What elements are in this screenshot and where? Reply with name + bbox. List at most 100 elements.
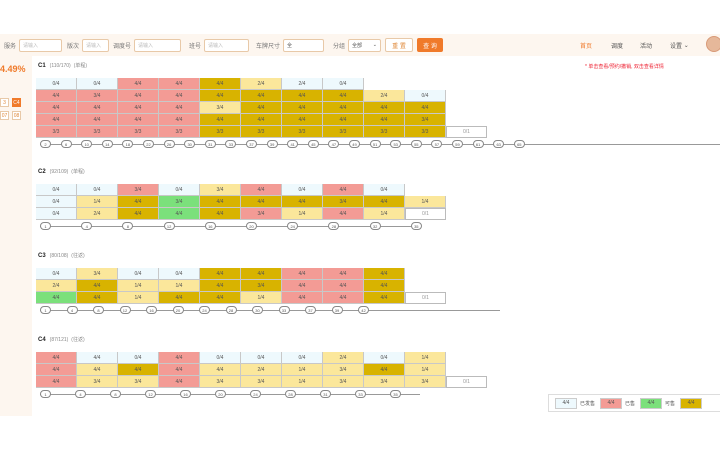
seat-cell[interactable]: 1/4 <box>159 280 200 292</box>
seat-cell[interactable]: 2/4 <box>77 208 118 220</box>
seat-cell[interactable]: 4/4 <box>282 292 323 304</box>
seat-cell[interactable]: 4/4 <box>36 376 77 388</box>
seat-cell[interactable]: 4/4 <box>282 280 323 292</box>
seat-cell[interactable]: 4/4 <box>364 292 405 304</box>
seat-cell[interactable]: 0/4 <box>159 184 200 196</box>
seat-cell[interactable]: 0/1 <box>405 208 446 220</box>
seat-cell[interactable]: 4/4 <box>241 90 282 102</box>
seat-cell[interactable]: 1/4 <box>282 376 323 388</box>
seat-cell[interactable]: 3/4 <box>77 376 118 388</box>
avatar[interactable] <box>706 36 720 52</box>
seat-cell[interactable]: 4/4 <box>364 196 405 208</box>
seat-cell[interactable]: 4/4 <box>282 196 323 208</box>
seat-cell[interactable]: 4/4 <box>159 114 200 126</box>
seat-cell[interactable]: 0/4 <box>200 352 241 364</box>
seat-cell[interactable]: 4/4 <box>159 364 200 376</box>
seat-cell[interactable]: 0/4 <box>77 184 118 196</box>
seat-cell[interactable]: 4/4 <box>118 114 159 126</box>
seat-cell[interactable]: 4/4 <box>118 78 159 90</box>
seat-cell[interactable]: 4/4 <box>200 292 241 304</box>
seat-cell[interactable]: 4/4 <box>282 268 323 280</box>
seat-cell[interactable]: 4/4 <box>200 268 241 280</box>
seat-cell[interactable]: 4/4 <box>200 280 241 292</box>
seat-cell[interactable]: 1/4 <box>364 208 405 220</box>
seat-cell[interactable]: 4/4 <box>364 114 405 126</box>
seat-cell[interactable]: 1/4 <box>405 352 446 364</box>
seat-cell[interactable]: 3/3 <box>405 126 446 138</box>
seat-cell[interactable]: 1/4 <box>405 196 446 208</box>
rail-button[interactable]: 08 <box>12 111 21 120</box>
seat-cell[interactable]: 4/4 <box>241 184 282 196</box>
seat-cell[interactable]: 2/4 <box>36 280 77 292</box>
seat-cell[interactable]: 4/4 <box>282 90 323 102</box>
seat-cell[interactable]: 0/1 <box>446 126 487 138</box>
seat-cell[interactable]: 0/4 <box>241 352 282 364</box>
seat-cell[interactable]: 4/4 <box>77 364 118 376</box>
seat-cell[interactable]: 1/4 <box>118 280 159 292</box>
seat-cell[interactable]: 4/4 <box>159 208 200 220</box>
seat-cell[interactable]: 3/3 <box>241 126 282 138</box>
seat-cell[interactable]: 3/4 <box>405 376 446 388</box>
rail-button-active[interactable]: C4 <box>12 98 21 107</box>
seat-cell[interactable]: 4/4 <box>364 280 405 292</box>
seat-cell[interactable]: 4/4 <box>77 114 118 126</box>
seat-cell[interactable]: 2/4 <box>241 78 282 90</box>
seat-cell[interactable]: 4/4 <box>36 102 77 114</box>
seat-cell[interactable]: 4/4 <box>405 102 446 114</box>
seat-cell[interactable]: 1/4 <box>241 292 282 304</box>
seat-cell[interactable]: 2/4 <box>364 90 405 102</box>
seat-cell[interactable]: 1/4 <box>282 364 323 376</box>
seat-cell[interactable]: 4/4 <box>77 102 118 114</box>
seat-cell[interactable]: 4/4 <box>36 114 77 126</box>
seat-cell[interactable]: 3/3 <box>200 126 241 138</box>
seat-cell[interactable]: 3/4 <box>77 268 118 280</box>
seat-cell[interactable]: 4/4 <box>241 102 282 114</box>
seat-cell[interactable]: 4/4 <box>118 208 159 220</box>
seat-cell[interactable]: 0/1 <box>446 376 487 388</box>
seat-cell[interactable]: 1/4 <box>282 208 323 220</box>
seat-cell[interactable]: 3/4 <box>323 196 364 208</box>
seat-cell[interactable]: 3/4 <box>118 184 159 196</box>
seat-cell[interactable]: 4/4 <box>323 114 364 126</box>
seat-cell[interactable]: 0/4 <box>118 268 159 280</box>
seat-cell[interactable]: 3/4 <box>200 184 241 196</box>
seat-cell[interactable]: 4/4 <box>118 90 159 102</box>
query-button[interactable]: 查 询 <box>417 38 443 52</box>
seat-cell[interactable]: 3/4 <box>118 376 159 388</box>
seat-cell[interactable]: 0/4 <box>77 78 118 90</box>
seat-cell[interactable]: 4/4 <box>159 352 200 364</box>
seat-cell[interactable]: 4/4 <box>159 102 200 114</box>
seat-cell[interactable]: 0/4 <box>323 78 364 90</box>
seat-cell[interactable]: 4/4 <box>323 268 364 280</box>
seat-cell[interactable]: 0/4 <box>36 268 77 280</box>
seat-cell[interactable]: 4/4 <box>159 376 200 388</box>
nav-settings[interactable]: 设置 ⌄ <box>670 38 689 52</box>
seat-cell[interactable]: 1/4 <box>118 292 159 304</box>
seat-cell[interactable]: 4/4 <box>118 102 159 114</box>
seat-cell[interactable]: 4/4 <box>200 196 241 208</box>
nav-activity[interactable]: 活动 <box>640 38 652 52</box>
nav-home[interactable]: 首页 <box>580 38 592 52</box>
seat-cell[interactable]: 3/4 <box>241 208 282 220</box>
dispatch-input[interactable]: 请输入 <box>134 38 181 52</box>
seat-cell[interactable]: 2/4 <box>323 352 364 364</box>
seat-cell[interactable]: 4/4 <box>241 114 282 126</box>
seat-cell[interactable]: 0/4 <box>405 90 446 102</box>
seat-cell[interactable]: 3/3 <box>36 126 77 138</box>
seat-cell[interactable]: 4/4 <box>323 90 364 102</box>
size-select[interactable]: 全 <box>283 38 324 52</box>
seat-cell[interactable]: 3/3 <box>364 126 405 138</box>
seat-cell[interactable]: 2/4 <box>241 364 282 376</box>
seat-cell[interactable]: 4/4 <box>323 184 364 196</box>
group-select[interactable]: 全部 ⌄ <box>348 38 381 52</box>
seat-cell[interactable]: 0/4 <box>282 352 323 364</box>
seat-cell[interactable]: 3/4 <box>405 114 446 126</box>
seat-cell[interactable]: 3/4 <box>364 376 405 388</box>
seat-cell[interactable]: 4/4 <box>36 90 77 102</box>
seat-cell[interactable]: 4/4 <box>200 114 241 126</box>
seat-cell[interactable]: 4/4 <box>241 268 282 280</box>
shift-input[interactable]: 请输入 <box>204 38 249 52</box>
seat-cell[interactable]: 3/4 <box>323 364 364 376</box>
seat-cell[interactable]: 4/4 <box>241 196 282 208</box>
seat-cell[interactable]: 4/4 <box>36 364 77 376</box>
